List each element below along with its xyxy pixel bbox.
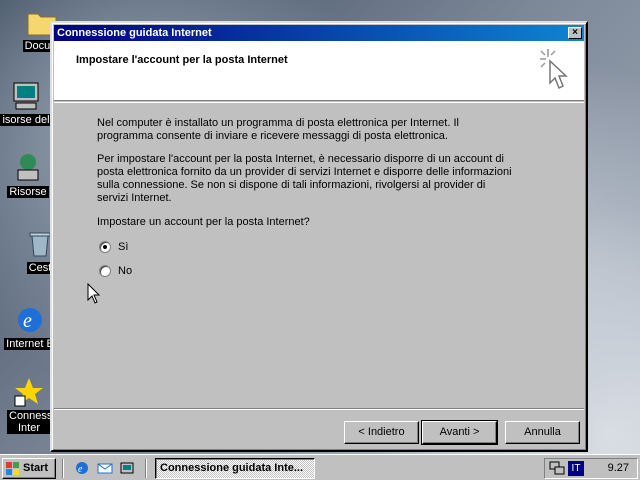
wizard-window: Connessione guidata Internet × Impostare… [50, 21, 588, 452]
radio-button[interactable] [99, 265, 111, 277]
outlook-express-icon[interactable] [97, 460, 113, 476]
radio-option-no[interactable]: No [99, 264, 132, 278]
info-text: Per impostare l'account per la posta Int… [97, 153, 512, 204]
radio-label: Sì [118, 241, 129, 253]
connection-wizard-icon [13, 376, 45, 408]
radio-option-yes[interactable]: Sì [99, 240, 128, 254]
wizard-content: Nel computer è installato un programma d… [54, 102, 584, 410]
desktop-icon-label: isorse del [0, 114, 52, 126]
start-label: Start [23, 462, 49, 474]
question-text: Impostare un account per la posta Intern… [97, 216, 310, 228]
page-title: Impostare l'account per la posta Interne… [76, 54, 288, 66]
cancel-button[interactable]: Annulla [505, 421, 580, 444]
close-button[interactable]: × [568, 27, 582, 39]
taskbar-window-button[interactable]: Connessione guidata Inte... [155, 458, 315, 479]
divider [54, 408, 584, 410]
svg-text:e: e [23, 310, 32, 332]
clock[interactable]: 9.27 [608, 462, 629, 474]
network-status-icon[interactable] [549, 461, 565, 476]
desktop-icon-my-computer[interactable]: isorse del [0, 80, 54, 129]
intro-text: Nel computer è installato un programma d… [97, 117, 459, 142]
taskbar: Start e Connessione guidata Inte... IT 9… [0, 454, 640, 480]
desktop-icon-label: Internet E [4, 338, 56, 350]
radio-button[interactable] [99, 241, 111, 253]
desktop-icon-label: Risorse [7, 186, 49, 198]
mouse-cursor-icon [87, 282, 101, 305]
internet-explorer-icon: e [14, 304, 46, 336]
windows-logo-icon [6, 462, 20, 475]
svg-text:e: e [78, 464, 83, 475]
toolbar-separator [62, 459, 64, 478]
window-title: Connessione guidata Internet [57, 27, 212, 39]
desktop-icon-network[interactable]: Risorse [0, 152, 56, 201]
toolbar-separator [145, 459, 147, 478]
system-tray: IT 9.27 [544, 458, 638, 479]
start-button[interactable]: Start [2, 458, 56, 479]
desktop-icon-label: Conness Inter [7, 410, 51, 434]
desktop-icon-connection-wizard[interactable]: Conness Inter [6, 376, 52, 437]
next-button[interactable]: Avanti > [421, 420, 498, 445]
computer-icon [10, 80, 42, 112]
network-icon [12, 152, 44, 184]
back-button[interactable]: < Indietro [344, 421, 419, 444]
wizard-header: Impostare l'account per la posta Interne… [54, 41, 584, 101]
internet-explorer-icon[interactable]: e [74, 460, 90, 476]
language-indicator[interactable]: IT [568, 461, 584, 476]
wizard-cursor-icon [538, 47, 574, 95]
title-bar[interactable]: Connessione guidata Internet × [54, 25, 584, 41]
show-desktop-icon[interactable] [120, 460, 136, 476]
radio-label: No [118, 265, 133, 277]
